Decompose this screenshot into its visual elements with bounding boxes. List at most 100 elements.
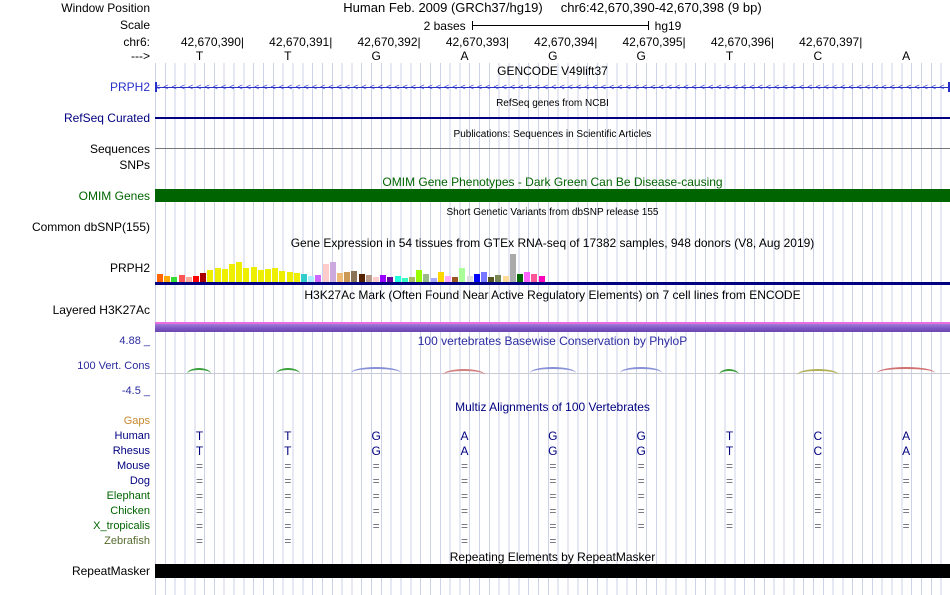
repeatmasker-bar[interactable] [155, 564, 950, 578]
gtex-tissue-bar[interactable] [229, 264, 235, 282]
assembly-position-header: Human Feb. 2009 (GRCh37/hg19) chr6:42,67… [155, 1, 950, 15]
strand-direction-label: ---> [131, 49, 150, 63]
gtex-tissue-bar[interactable] [301, 274, 307, 282]
gtex-tissue-bar[interactable] [200, 273, 207, 282]
publications-sequences-item[interactable] [155, 148, 950, 149]
alignment-cell: = [725, 489, 733, 503]
track-label-layered-h3k27ac[interactable]: Layered H3K27Ac [0, 304, 150, 317]
alignment-cell: A [902, 429, 911, 443]
coordinate-label: 42,670,390| [180, 35, 244, 49]
gtex-tissue-bar[interactable] [236, 262, 243, 282]
alignment-cell: = [195, 474, 203, 488]
assembly-name: Human Feb. 2009 (GRCh37/hg19) [343, 0, 543, 15]
gtex-tissue-bar[interactable] [473, 274, 480, 282]
gtex-tissue-bar[interactable] [351, 271, 358, 282]
gtex-tissue-bar[interactable] [495, 275, 502, 282]
track-label-snps[interactable]: SNPs [0, 159, 150, 172]
gtex-bar-chart[interactable] [157, 254, 549, 282]
h3k27ac-signal-bar[interactable] [155, 322, 950, 332]
track-label-sequences[interactable]: Sequences [0, 143, 150, 156]
gtex-tissue-bar[interactable] [157, 274, 163, 282]
track-label-gtex-prph2[interactable]: PRPH2 [0, 262, 150, 275]
gtex-tissue-bar[interactable] [481, 272, 487, 282]
track-label-repeatmasker[interactable]: RepeatMasker [0, 565, 150, 578]
alignment-cell: = [195, 459, 203, 473]
track-label-refseq-curated[interactable]: RefSeq Curated [0, 112, 150, 125]
species-label-human[interactable]: Human [0, 430, 150, 443]
gtex-tissue-bar[interactable] [221, 269, 228, 282]
gtex-tissue-bar[interactable] [250, 267, 257, 282]
track-title-multiz: Multiz Alignments of 100 Vertebrates [455, 400, 650, 414]
gtex-tissue-bar[interactable] [380, 275, 387, 282]
alignment-cell: = [637, 504, 645, 518]
reference-base: T [725, 49, 734, 63]
gtex-tissue-bar[interactable] [365, 275, 372, 282]
track-label-gencode-prph2[interactable]: PRPH2 [0, 81, 150, 94]
gtex-tissue-bar[interactable] [315, 275, 322, 282]
ucsc-genome-browser-image: Window Position Human Feb. 2009 (GRCh37/… [0, 0, 950, 595]
label-chromosome: chr6: [123, 35, 150, 49]
gtex-tissue-bar[interactable] [423, 274, 430, 282]
species-label-zebrafish[interactable]: Zebrafish [0, 535, 150, 548]
alignment-cell: = [814, 459, 822, 473]
alignment-cell: = [460, 519, 468, 533]
alignment-cell: T [725, 429, 734, 443]
alignment-cell: G [636, 444, 646, 458]
alignment-cell: = [902, 474, 910, 488]
coordinate-label: 42,670,391| [269, 35, 333, 49]
gtex-tissue-bar[interactable] [257, 270, 264, 282]
alignment-cell: = [725, 519, 733, 533]
gtex-tissue-bar[interactable] [279, 271, 286, 282]
species-label-mouse[interactable]: Mouse [0, 460, 150, 473]
gtex-tissue-bar[interactable] [437, 272, 444, 282]
alignment-cell: = [372, 504, 380, 518]
alignment-cell: = [637, 489, 645, 503]
species-label-elephant[interactable]: Elephant [0, 490, 150, 503]
alignment-cell: = [460, 459, 468, 473]
alignment-cell: = [195, 489, 203, 503]
alignment-cell: = [725, 504, 733, 518]
alignment-cell: = [372, 474, 380, 488]
track-label-common-dbsnp[interactable]: Common dbSNP(155) [0, 221, 150, 234]
track-title-publications: Publications: Sequences in Scientific Ar… [453, 129, 652, 140]
gtex-tissue-bar[interactable] [517, 274, 523, 282]
omim-gene-bar[interactable] [155, 189, 950, 202]
track-label-omim-genes[interactable]: OMIM Genes [0, 190, 150, 203]
reference-base: G [548, 49, 558, 63]
gtex-tissue-bar[interactable] [178, 275, 185, 282]
alignment-cell: = [814, 489, 822, 503]
conservation-track[interactable] [155, 347, 950, 397]
track-label-100-vert-cons[interactable]: 100 Vert. Cons [0, 360, 150, 373]
alignment-cell: G [548, 444, 558, 458]
track-label-gaps[interactable]: Gaps [0, 415, 150, 428]
gtex-tissue-bar[interactable] [329, 262, 336, 282]
alignment-cell: = [284, 459, 292, 473]
gtex-tissue-bar[interactable] [293, 273, 300, 282]
gtex-tissue-bar[interactable] [416, 270, 423, 282]
gtex-tissue-bar[interactable] [286, 272, 293, 282]
gtex-tissue-bar[interactable] [207, 270, 214, 282]
gtex-tissue-bar[interactable] [265, 269, 271, 282]
species-label-dog[interactable]: Dog [0, 475, 150, 488]
gtex-tissue-bar[interactable] [509, 254, 516, 282]
alignment-cell: = [372, 459, 380, 473]
gtex-tissue-bar[interactable] [337, 273, 343, 282]
alignment-cell: T [195, 429, 204, 443]
gtex-tissue-bar[interactable] [272, 268, 279, 282]
species-label-chicken[interactable]: Chicken [0, 505, 150, 518]
species-label-rhesus[interactable]: Rhesus [0, 445, 150, 458]
gtex-tissue-bar[interactable] [344, 272, 351, 282]
alignment-cell: = [902, 504, 910, 518]
refseq-curated-item[interactable] [155, 117, 950, 119]
gtex-tissue-bar[interactable] [214, 268, 221, 282]
gtex-tissue-bar[interactable] [243, 268, 250, 282]
gtex-tissue-bar[interactable] [322, 264, 329, 282]
coordinate-label: 42,670,396| [710, 35, 774, 49]
species-label-x_tropicalis[interactable]: X_tropicalis [0, 520, 150, 533]
gtex-tissue-bar[interactable] [524, 272, 531, 282]
gtex-tissue-bar[interactable] [358, 274, 365, 282]
gtex-tissue-bar[interactable] [459, 268, 466, 282]
gtex-tissue-bar[interactable] [531, 274, 538, 282]
assembly-label: hg19 [654, 18, 682, 33]
gencode-prph2-transcript[interactable]: <<<<<<<<<<<<<<<<<<<<<<<<<<<<<<<<<<<<<<<<… [155, 82, 950, 92]
